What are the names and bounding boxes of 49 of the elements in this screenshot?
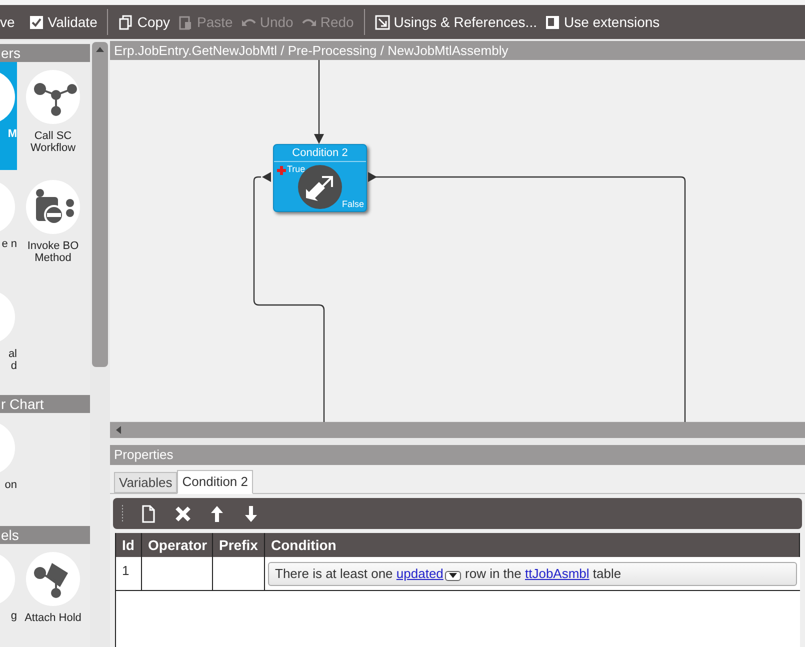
condition-link[interactable]: updated bbox=[396, 563, 444, 585]
paste-icon bbox=[178, 14, 194, 30]
column-header[interactable]: Id bbox=[116, 533, 142, 557]
breadcrumb: Erp.JobEntry.GetNewJobMtl / Pre-Processing / NewJobMtlAssembly bbox=[110, 41, 805, 60]
scroll-up-icon[interactable] bbox=[95, 45, 105, 53]
delete-button[interactable] bbox=[174, 504, 192, 522]
toolbar-button[interactable]: ve bbox=[0, 8, 19, 36]
checkbox-icon bbox=[28, 14, 44, 30]
column-header[interactable]: Operator bbox=[142, 533, 213, 557]
palette-tile[interactable]: al d bbox=[0, 282, 17, 390]
delete-icon bbox=[174, 504, 192, 522]
scroll-left-icon[interactable] bbox=[114, 425, 122, 435]
down-arrow-button[interactable] bbox=[242, 504, 260, 522]
references-icon bbox=[374, 14, 390, 30]
toolbar-button[interactable]: Validate bbox=[24, 8, 102, 36]
copy-icon bbox=[118, 14, 134, 30]
new-document-icon bbox=[140, 504, 158, 522]
window-icon bbox=[544, 14, 560, 30]
palette-tile[interactable]: g bbox=[0, 544, 17, 647]
dropdown-button[interactable] bbox=[445, 570, 462, 580]
condition-sentence: There is at least one updated row in the ttJobAsmbl table bbox=[268, 562, 797, 586]
column-header[interactable]: Prefix bbox=[213, 533, 265, 557]
palette-tile[interactable]: Invoke BO Method bbox=[21, 172, 85, 282]
toolbar-button[interactable]: Usings & References... bbox=[370, 8, 541, 36]
toolbar-button[interactable]: Use extensions bbox=[540, 8, 664, 36]
tab[interactable]: Condition 2 bbox=[177, 470, 254, 494]
caret-icon bbox=[449, 573, 458, 578]
panel-header: Properties bbox=[110, 445, 805, 465]
horizontal-scrollbar[interactable] bbox=[110, 422, 805, 438]
toolbar-button[interactable]: Copy bbox=[114, 8, 174, 36]
up-arrow-icon bbox=[208, 504, 226, 522]
left-port-icon bbox=[262, 172, 271, 182]
table-cell: 1 bbox=[116, 557, 142, 590]
vertical-scrollbar[interactable] bbox=[92, 42, 108, 367]
palette-tile[interactable]: e n bbox=[0, 172, 17, 280]
condition-link[interactable]: ttJobAsmbl bbox=[525, 563, 590, 585]
node-title: Condition 2 bbox=[274, 145, 366, 162]
palette-tile[interactable]: Call SC Workflow bbox=[21, 62, 85, 172]
up-arrow-button[interactable] bbox=[208, 504, 226, 522]
new-document-button[interactable] bbox=[140, 504, 158, 522]
plus-icon bbox=[277, 166, 286, 175]
column-header[interactable]: Condition bbox=[265, 533, 800, 557]
palette-tile[interactable]: on bbox=[0, 413, 17, 521]
grip-icon bbox=[121, 504, 124, 524]
true-label: True bbox=[287, 164, 306, 175]
false-label: False bbox=[342, 199, 364, 210]
down-arrow-icon bbox=[242, 504, 260, 522]
palette-tile[interactable]: Attach Hold bbox=[21, 544, 85, 647]
tab[interactable]: Variables bbox=[114, 472, 178, 493]
